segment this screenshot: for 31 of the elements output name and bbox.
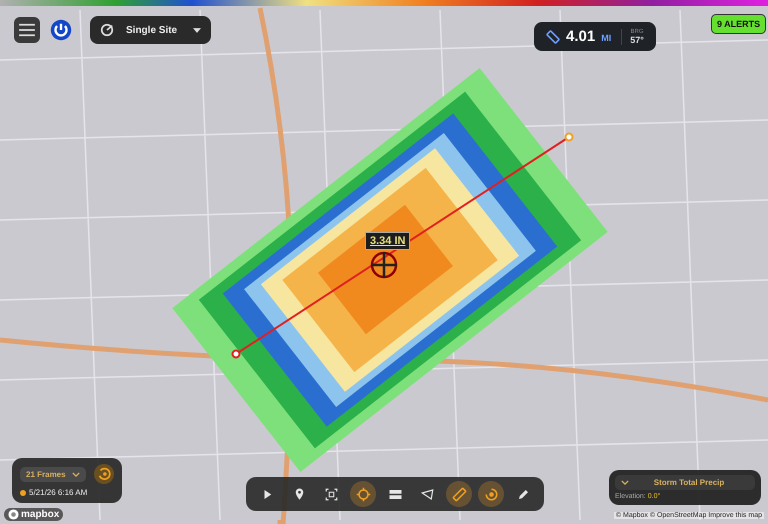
triangle-icon (420, 486, 434, 502)
start-point-icon[interactable] (231, 349, 241, 359)
mapbox-logo-icon (8, 509, 19, 520)
menu-icon (18, 23, 36, 37)
bearing-value: 57° (630, 34, 644, 44)
crosshair-icon (356, 486, 370, 502)
distance-unit: MI (601, 33, 612, 43)
distance-value: 4.01 (566, 28, 596, 45)
product-dropdown[interactable]: Storm Total Precip (615, 475, 755, 490)
caret-icon (193, 28, 202, 32)
screenshot-frame-icon (324, 486, 338, 502)
cursor-readout: 3.34 IN (365, 232, 410, 250)
alerts-badge[interactable]: 9 ALERTS (711, 14, 766, 34)
end-point-icon[interactable] (564, 132, 574, 142)
mapbox-logo[interactable]: mapbox (4, 508, 64, 521)
chevron-icon (72, 472, 80, 476)
tool-button[interactable] (350, 481, 376, 507)
power-logo-icon[interactable] (50, 19, 72, 41)
ruler-icon (452, 486, 466, 502)
menu-button[interactable] (14, 17, 40, 43)
crosshair-icon (369, 250, 399, 280)
frame-timestamp: 5/21/26 6:16 AM (29, 488, 88, 497)
loop-icon (97, 467, 111, 481)
ruler-icon (546, 30, 560, 44)
loop-button[interactable] (94, 464, 114, 484)
frames-dropdown[interactable]: 21 Frames (20, 466, 86, 482)
status-dot (20, 490, 26, 496)
site-selector[interactable]: Single Site (90, 16, 212, 44)
tool-button[interactable] (446, 481, 472, 507)
tool-button[interactable] (478, 481, 504, 507)
chevron-icon (621, 480, 629, 485)
